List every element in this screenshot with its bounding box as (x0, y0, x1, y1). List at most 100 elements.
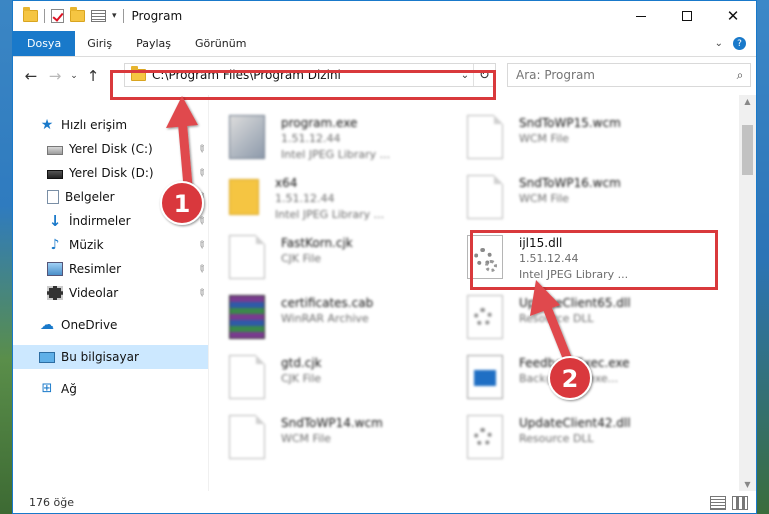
sidebar-item-label: Videolar (69, 286, 119, 300)
music-icon: ♪ (50, 237, 60, 253)
scroll-up-icon[interactable]: ▲ (739, 97, 756, 106)
tab-gorunum[interactable]: Görünüm (183, 31, 258, 56)
file-detail: CJK File (281, 372, 322, 385)
file-item[interactable]: SndToWP15.wcm WCM File (467, 111, 703, 171)
sidebar-item-label: OneDrive (61, 318, 118, 332)
file-detail: 1.51.12.44 (281, 132, 341, 145)
chevron-down-icon[interactable]: ⌄ (715, 38, 723, 49)
file-name: SndToWP15.wcm (519, 116, 621, 130)
window-title: Program (131, 9, 183, 23)
quick-access-toolbar: ▾ (13, 7, 124, 23)
file-item[interactable]: gtd.cjk CJK File (229, 351, 465, 411)
minimize-button[interactable] (618, 1, 664, 31)
file-icon (229, 415, 265, 459)
forward-button[interactable]: → (43, 67, 67, 85)
title-bar[interactable]: ▾ Program ✕ (13, 1, 756, 31)
sidebar-item-label: Resimler (69, 262, 122, 276)
sidebar-item-label: Belgeler (65, 190, 115, 204)
ribbon-right: ⌄ ? (715, 31, 756, 56)
tab-giris[interactable]: Giriş (75, 31, 124, 56)
videos-icon (47, 286, 63, 300)
sidebar-item-label: İndirmeler (69, 214, 131, 228)
file-highlight (470, 230, 718, 290)
search-box[interactable]: ⌕ (507, 63, 751, 87)
item-count: 176 öğe (29, 495, 74, 509)
pin-icon: ✎ (193, 142, 208, 156)
desktop-background-right (757, 0, 769, 514)
file-name: x64 (275, 176, 298, 190)
scroll-down-icon[interactable]: ▼ (739, 480, 756, 489)
file-detail: Intel JPEG Library ... (281, 148, 391, 161)
customize-icon[interactable] (91, 10, 106, 22)
file-name: FeedbackExec.exe (519, 356, 630, 370)
search-icon[interactable]: ⌕ (730, 68, 750, 83)
file-icon (467, 175, 503, 219)
folder-icon (229, 179, 259, 215)
pin-icon: ✎ (193, 238, 208, 252)
file-item[interactable]: FeedbackExec.exe Background exe... (467, 351, 703, 411)
sidebar-item-quick-access[interactable]: ★ Hızlı erişim (13, 113, 209, 137)
qa-dropdown-icon[interactable]: ▾ (112, 11, 117, 21)
pin-icon: ✎ (193, 286, 208, 300)
exe-icon (467, 355, 503, 399)
search-input[interactable] (516, 68, 730, 82)
file-name: SndToWP16.wcm (519, 176, 621, 190)
file-item[interactable]: UpdateClient42.dll Resource DLL (467, 411, 703, 471)
desktop-background-left (0, 0, 12, 514)
properties-check-icon[interactable] (51, 9, 64, 23)
file-detail: WCM File (281, 432, 331, 445)
tab-paylas[interactable]: Paylaş (124, 31, 183, 56)
status-bar: 176 öğe (13, 491, 756, 513)
scroll-thumb[interactable] (742, 125, 753, 175)
star-icon: ★ (40, 117, 54, 133)
file-item[interactable]: SndToWP16.wcm WCM File (467, 171, 703, 231)
large-icons-view-icon[interactable] (732, 496, 748, 510)
sidebar-item-label: Ağ (61, 382, 77, 396)
close-button[interactable]: ✕ (710, 1, 756, 31)
file-name: program.exe (281, 116, 358, 130)
sidebar-item-downloads[interactable]: ↓ İndirmeler ✎ (13, 209, 209, 233)
tab-dosya[interactable]: Dosya (13, 31, 76, 56)
minimize-icon (636, 15, 646, 17)
help-icon[interactable]: ? (733, 37, 746, 50)
file-detail: WinRAR Archive (281, 312, 369, 325)
file-name: UpdateClient65.dll (519, 296, 631, 310)
sidebar-item-pictures[interactable]: Resimler ✎ (13, 257, 209, 281)
sidebar-item-network[interactable]: ⊞ Ağ (13, 377, 209, 401)
sidebar-item-label: Müzik (69, 238, 104, 252)
new-folder-icon[interactable] (70, 7, 85, 22)
maximize-button[interactable] (664, 1, 710, 31)
sidebar-item-disk-c[interactable]: Yerel Disk (C:) ✎ (13, 137, 209, 161)
dll-icon (467, 415, 503, 459)
sidebar-item-music[interactable]: ♪ Müzik ✎ (13, 233, 209, 257)
back-button[interactable]: ← (19, 67, 43, 85)
file-item[interactable]: FastKorn.cjk CJK File (229, 231, 465, 291)
file-item[interactable]: program.exe 1.51.12.44 Intel JPEG Librar… (229, 111, 465, 171)
file-detail: WCM File (519, 132, 569, 145)
file-detail: 1.51.12.44 (275, 192, 335, 205)
computer-icon (39, 351, 55, 363)
pin-icon: ✎ (193, 262, 208, 276)
vertical-scrollbar[interactable]: ▲ ▼ (739, 95, 756, 491)
file-column-2: SndToWP15.wcm WCM File SndToWP16.wcm WCM… (467, 111, 703, 471)
dll-icon (467, 295, 503, 339)
file-detail: CJK File (281, 252, 322, 265)
file-item[interactable]: SndToWP14.wcm WCM File (229, 411, 465, 471)
sidebar-item-this-pc[interactable]: Bu bilgisayar (13, 345, 209, 369)
sidebar-item-disk-d[interactable]: Yerel Disk (D:) ✎ (13, 161, 209, 185)
disk-icon (47, 146, 63, 155)
sidebar-item-onedrive[interactable]: ☁ OneDrive (13, 313, 209, 337)
file-detail: Resource DLL (519, 432, 594, 445)
details-view-icon[interactable] (710, 496, 726, 510)
file-list: program.exe 1.51.12.44 Intel JPEG Librar… (209, 95, 756, 491)
file-item[interactable]: certificates.cab WinRAR Archive (229, 291, 465, 351)
sidebar-item-documents[interactable]: Belgeler ✎ (13, 185, 209, 209)
file-item[interactable]: x64 1.51.12.44 Intel JPEG Library ... (229, 171, 465, 231)
download-icon: ↓ (48, 212, 62, 230)
file-column-1: program.exe 1.51.12.44 Intel JPEG Librar… (229, 111, 465, 471)
file-item[interactable]: UpdateClient65.dll Resource DLL (467, 291, 703, 351)
recent-locations-button[interactable]: ⌄ (67, 71, 81, 81)
sidebar-item-videos[interactable]: Videolar ✎ (13, 281, 209, 305)
up-button[interactable]: ↑ (81, 67, 105, 85)
separator (44, 9, 45, 23)
